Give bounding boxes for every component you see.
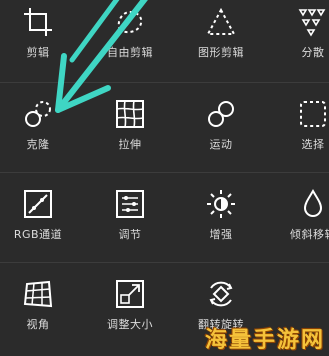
annotation-arrow-icon bbox=[55, 0, 148, 113]
watermark: 海量手游网 bbox=[204, 328, 325, 353]
